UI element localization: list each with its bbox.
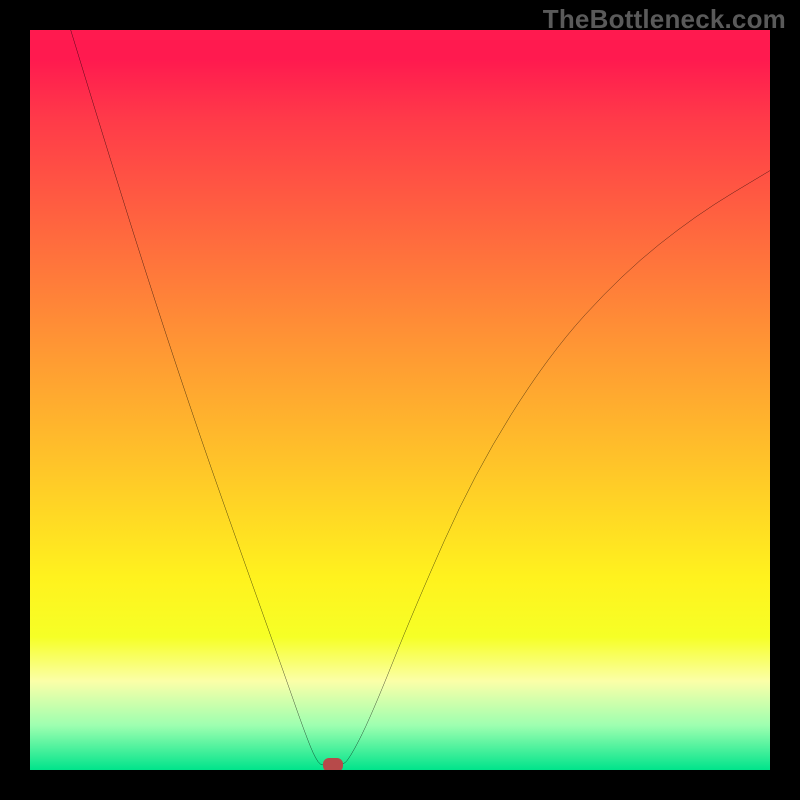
chart-frame: TheBottleneck.com (0, 0, 800, 800)
bottleneck-curve (30, 30, 770, 770)
optimal-marker (323, 758, 343, 770)
plot-area (30, 30, 770, 770)
curve-path (71, 30, 770, 765)
